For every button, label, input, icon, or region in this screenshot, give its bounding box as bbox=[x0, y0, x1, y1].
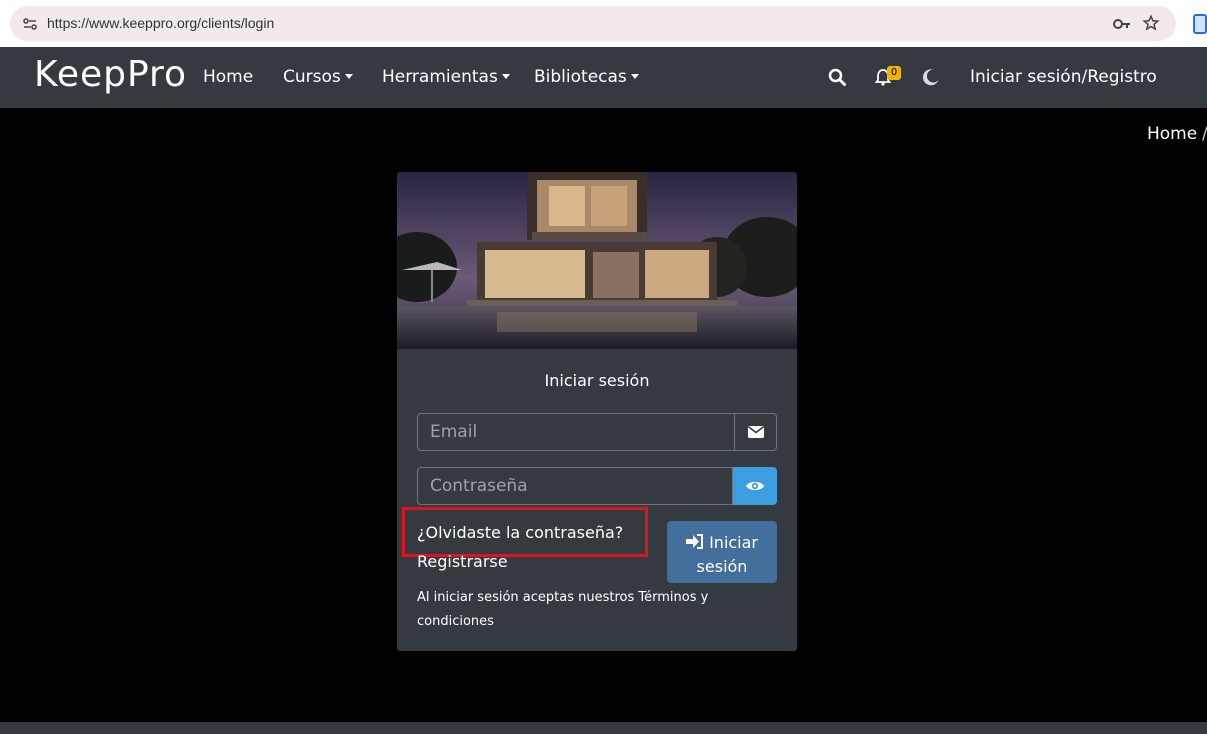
house-image bbox=[397, 172, 797, 349]
toggle-password-button[interactable] bbox=[733, 467, 777, 505]
logo[interactable]: KeepPro bbox=[34, 54, 187, 95]
breadcrumb-home[interactable]: Home bbox=[1147, 124, 1197, 144]
password-input-group bbox=[417, 467, 777, 505]
nav-cursos[interactable]: Cursos bbox=[283, 67, 353, 87]
key-icon[interactable] bbox=[1112, 15, 1132, 33]
nav-bibliotecas[interactable]: Bibliotecas bbox=[534, 67, 639, 87]
login-card: Iniciar sesión ¿Olvidaste la contraseña?… bbox=[397, 172, 797, 651]
breadcrumb-separator: / bbox=[1202, 124, 1207, 144]
nav-herramientas[interactable]: Herramientas bbox=[382, 67, 510, 87]
sign-in-icon bbox=[685, 533, 703, 549]
url-text[interactable]: https://www.keeppro.org/clients/login bbox=[47, 15, 274, 31]
password-input[interactable] bbox=[417, 467, 733, 505]
notification-badge: 0 bbox=[887, 66, 901, 80]
email-input[interactable] bbox=[417, 413, 735, 451]
login-register-link[interactable]: Iniciar sesión/Registro bbox=[970, 67, 1157, 87]
nav-home[interactable]: Home bbox=[203, 67, 253, 87]
login-title: Iniciar sesión bbox=[544, 371, 650, 390]
browser-toolbar: https://www.keeppro.org/clients/login bbox=[0, 0, 1207, 47]
site-settings-icon[interactable] bbox=[22, 16, 38, 32]
email-addon bbox=[735, 413, 777, 451]
search-icon[interactable] bbox=[828, 68, 846, 86]
register-link[interactable]: Registrarse bbox=[417, 552, 508, 571]
terms-text: Al iniciar sesión aceptas nuestros Térmi… bbox=[417, 590, 709, 629]
footer bbox=[0, 722, 1207, 734]
email-input-group bbox=[417, 413, 777, 451]
login-button-label-1: Iniciar bbox=[709, 532, 759, 552]
eye-icon bbox=[746, 481, 764, 491]
login-button-label-2: sesión bbox=[696, 556, 748, 576]
login-button[interactable]: Iniciar sesión bbox=[667, 521, 777, 583]
star-icon[interactable] bbox=[1142, 14, 1160, 32]
moon-icon[interactable] bbox=[922, 68, 940, 86]
navbar: KeepPro Home Cursos Herramientas Bibliot… bbox=[0, 47, 1207, 108]
highlight-annotation bbox=[402, 507, 648, 557]
envelope-icon bbox=[747, 426, 764, 438]
address-bar[interactable]: https://www.keeppro.org/clients/login bbox=[10, 6, 1176, 41]
extension-icon[interactable] bbox=[1193, 14, 1207, 34]
